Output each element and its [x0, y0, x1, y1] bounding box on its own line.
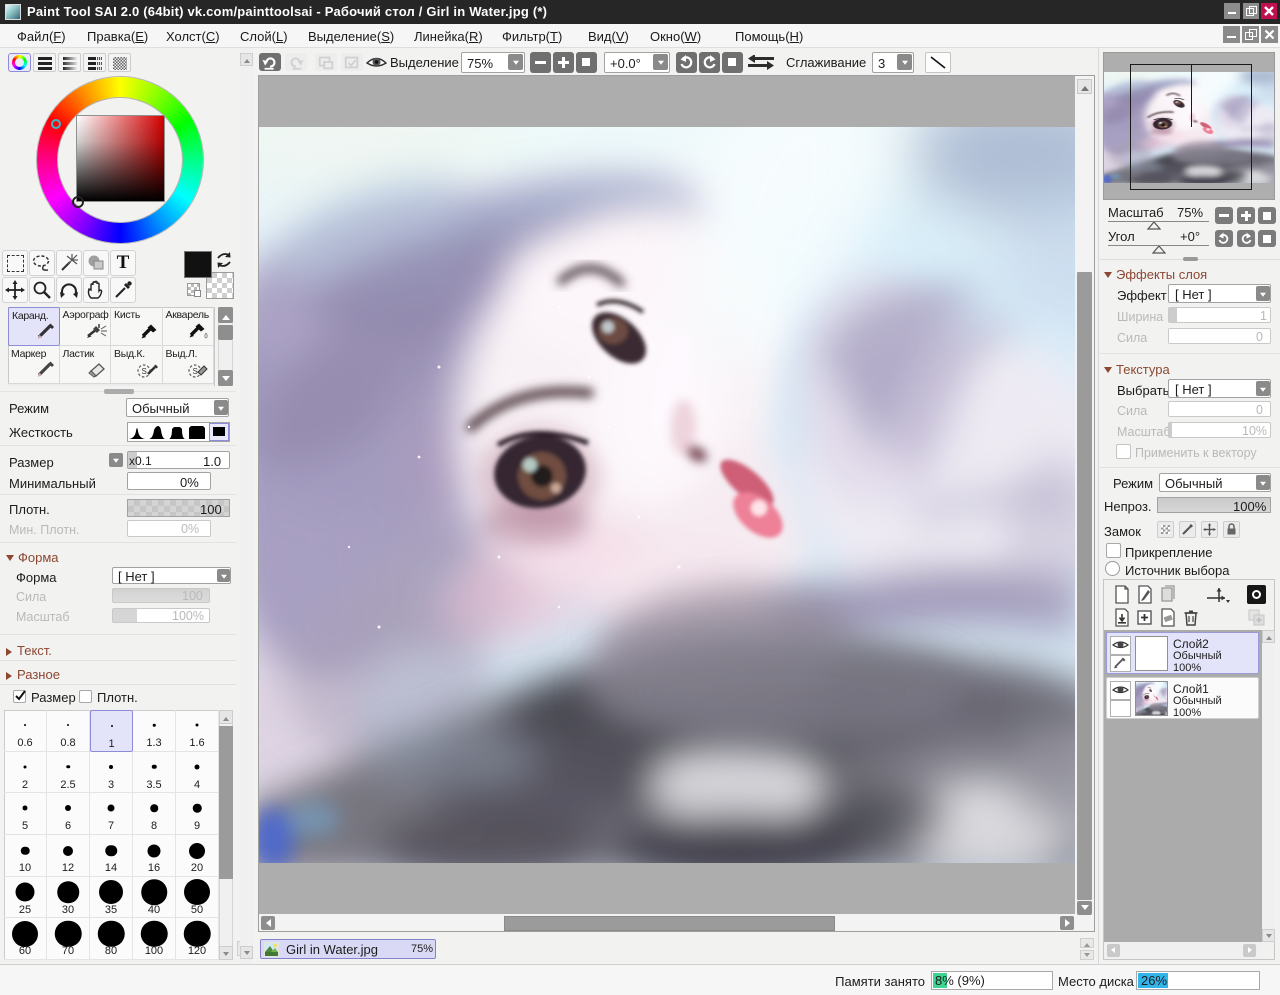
svg-text:S: S [193, 367, 198, 376]
svg-text:S: S [141, 367, 146, 376]
